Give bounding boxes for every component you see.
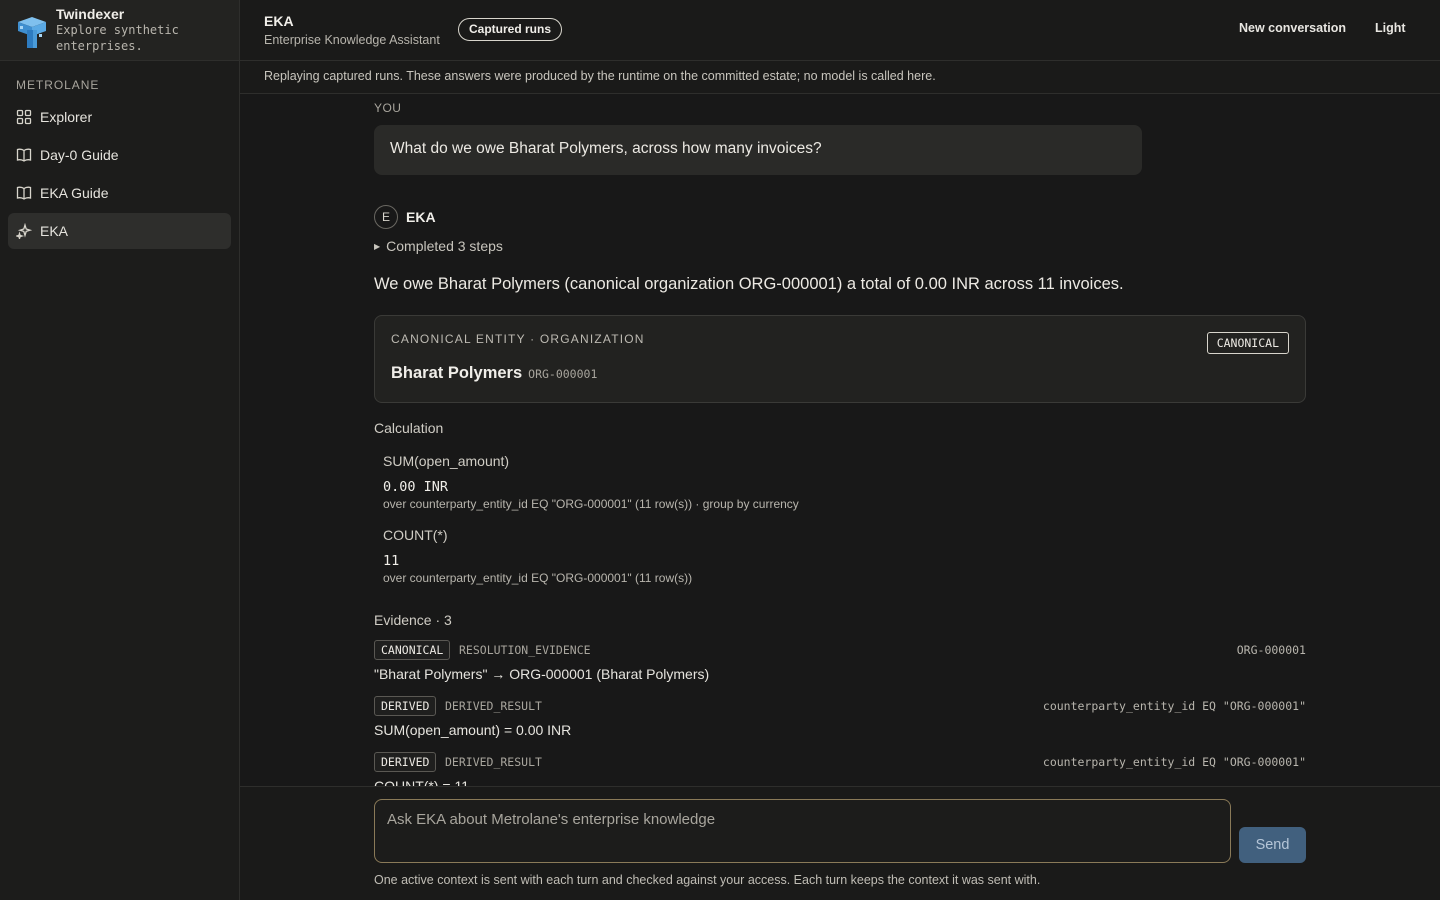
evidence-tag: DERIVED: [374, 696, 437, 716]
sidebar-item-eka-guide[interactable]: EKA Guide: [8, 175, 231, 211]
sidebar-item-label: EKA Guide: [40, 185, 109, 201]
evidence-item[interactable]: CANONICAL RESOLUTION_EVIDENCE ORG-000001…: [374, 640, 1306, 690]
assistant-name: EKA: [406, 209, 436, 225]
page-subtitle: Enterprise Knowledge Assistant: [264, 33, 440, 47]
sidebar-item-eka[interactable]: EKA: [8, 213, 231, 249]
sidebar-item-label: Explorer: [40, 109, 93, 125]
calculation-item: COUNT(*) 11 over counterparty_entity_id …: [383, 527, 692, 585]
sidebar-section-label: METROLANE: [16, 78, 100, 92]
calculation-title: Calculation: [374, 420, 444, 436]
composer: Send One active context is sent with eac…: [240, 786, 1440, 900]
evidence-kind: DERIVED_RESULT: [445, 699, 542, 713]
evidence-ref: ORG-000001: [1236, 643, 1306, 657]
evidence-ref: counterparty_entity_id EQ "ORG-000001": [1042, 699, 1306, 713]
entity-name-text: Bharat Polymers: [391, 364, 523, 382]
user-message: What do we owe Bharat Polymers, across h…: [374, 125, 1142, 175]
sidebar-item-label: EKA: [40, 223, 69, 239]
new-conversation-button[interactable]: New conversation: [1239, 21, 1346, 35]
grid-icon: [16, 109, 32, 125]
book-icon: [16, 185, 32, 201]
entity-card[interactable]: CANONICAL ENTITY · ORGANIZATION Bharat P…: [374, 315, 1306, 403]
theme-toggle-button[interactable]: Light: [1375, 21, 1406, 35]
sidebar-nav: Explorer Day-0 Guide EKA Guide EKA: [8, 99, 231, 251]
evidence-text: COUNT(*) = 11: [374, 778, 470, 786]
brand-subtitle-line2: enterprises.: [56, 39, 143, 53]
calculation-item: SUM(open_amount) 0.00 INR over counterpa…: [383, 453, 799, 511]
captured-runs-pill[interactable]: Captured runs: [458, 18, 563, 41]
user-label: YOU: [374, 101, 402, 115]
evidence-title: Evidence · 3: [374, 612, 452, 628]
evidence-kind: RESOLUTION_EVIDENCE: [459, 643, 591, 657]
calculation-value: 11: [383, 553, 400, 569]
calculation-function: SUM(open_amount): [383, 453, 510, 469]
sparkle-icon: [16, 223, 32, 239]
sidebar-item-explorer[interactable]: Explorer: [8, 99, 231, 135]
composer-note: One active context is sent with each tur…: [374, 873, 1041, 887]
calculation-scope: over counterparty_entity_id EQ "ORG-0000…: [383, 571, 693, 585]
message-input[interactable]: [374, 799, 1231, 863]
calculation-scope: over counterparty_entity_id EQ "ORG-0000…: [383, 497, 799, 511]
replay-banner: Replaying captured runs. These answers w…: [240, 61, 1440, 94]
evidence-tag: DERIVED: [374, 752, 437, 772]
brand-subtitle-line1: Explore synthetic: [56, 23, 179, 37]
evidence-ref: counterparty_entity_id EQ "ORG-000001": [1042, 755, 1306, 769]
evidence-text: "Bharat Polymers" → ORG-000001 (Bharat P…: [374, 666, 710, 682]
sidebar-item-label: Day-0 Guide: [40, 147, 119, 163]
evidence-tag: CANONICAL: [374, 640, 451, 660]
assistant-answer: We owe Bharat Polymers (canonical organi…: [374, 275, 1124, 293]
calculation-function: COUNT(*): [383, 527, 448, 543]
steps-disclosure[interactable]: ▶ Completed 3 steps: [374, 238, 503, 254]
caret-right-icon: ▶: [374, 242, 381, 251]
entity-id: ORG-000001: [528, 367, 598, 381]
send-button[interactable]: Send: [1239, 827, 1306, 863]
entity-name: Bharat Polymers ORG-000001: [391, 364, 597, 383]
entity-kicker: CANONICAL ENTITY · ORGANIZATION: [391, 332, 645, 346]
conversation-pane[interactable]: YOU What do we owe Bharat Polymers, acro…: [240, 94, 1440, 786]
top-header: EKA Enterprise Knowledge Assistant Captu…: [240, 0, 1440, 61]
twindexer-logo-icon: [18, 17, 46, 48]
page-title: EKA: [264, 13, 294, 29]
assistant-avatar: E: [374, 205, 398, 229]
steps-label: Completed 3 steps: [386, 238, 503, 254]
canonical-badge: CANONICAL: [1206, 332, 1289, 354]
evidence-kind: DERIVED_RESULT: [445, 755, 542, 769]
evidence-item[interactable]: DERIVED DERIVED_RESULT counterparty_enti…: [374, 752, 1306, 786]
evidence-item[interactable]: DERIVED DERIVED_RESULT counterparty_enti…: [374, 696, 1306, 746]
calculation-value: 0.00 INR: [383, 479, 449, 495]
sidebar-item-day0-guide[interactable]: Day-0 Guide: [8, 137, 231, 173]
sidebar: Twindexer Explore synthetic enterprises.…: [0, 0, 240, 900]
book-icon: [16, 147, 32, 163]
brand[interactable]: Twindexer Explore synthetic enterprises.: [0, 0, 239, 61]
assistant-header: E EKA: [374, 205, 436, 229]
evidence-text: SUM(open_amount) = 0.00 INR: [374, 722, 572, 738]
brand-name: Twindexer: [56, 6, 125, 22]
